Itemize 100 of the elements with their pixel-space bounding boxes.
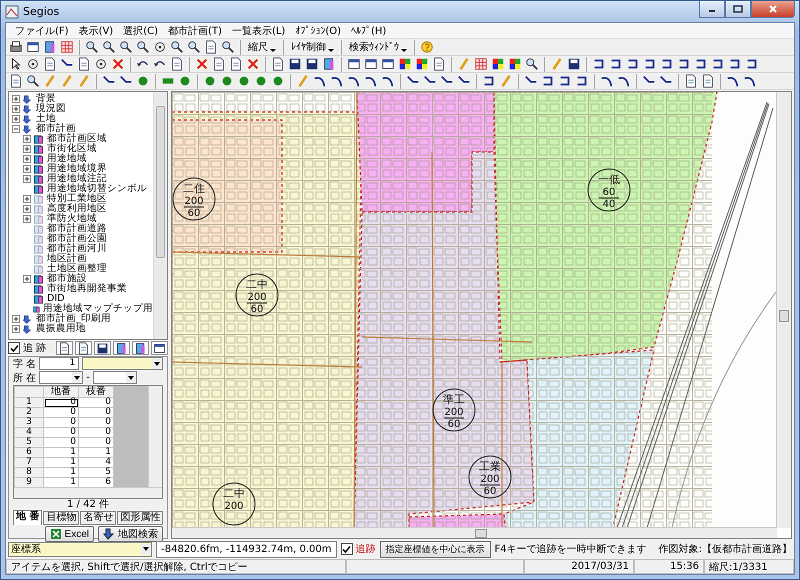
table-cell[interactable]: 0	[44, 418, 78, 428]
trace-checkbox[interactable]: 追 跡	[8, 341, 46, 355]
layer-item[interactable]: 用途地域注記	[47, 174, 107, 184]
magnifier-icon[interactable]	[221, 40, 235, 54]
curve-icon[interactable]	[381, 74, 395, 88]
maximize-button[interactable]	[725, 1, 751, 18]
expand-toggle[interactable]	[12, 95, 20, 103]
window-icon[interactable]	[364, 57, 378, 71]
table-cell[interactable]: 0	[44, 408, 78, 418]
document-icon[interactable]	[212, 57, 226, 71]
expand-toggle[interactable]	[23, 145, 31, 153]
color-grid-icon[interactable]	[415, 57, 429, 71]
document-icon[interactable]	[271, 57, 285, 71]
dot-icon[interactable]	[178, 74, 192, 88]
table-cell[interactable]: 1	[78, 448, 114, 458]
expand-toggle[interactable]	[23, 195, 31, 203]
layer-item[interactable]: 農振農用地	[36, 324, 86, 334]
bracket-line-icon[interactable]	[660, 57, 674, 71]
document-icon[interactable]	[77, 57, 91, 71]
menu-item[interactable]: 表示(V)	[74, 24, 118, 38]
book-icon[interactable]	[43, 40, 57, 54]
bracket-line-icon[interactable]	[694, 57, 708, 71]
document-icon[interactable]	[229, 57, 243, 71]
excel-button[interactable]: Excel	[44, 526, 94, 542]
layer-item[interactable]: 都市計画区域	[47, 134, 107, 144]
document-icon[interactable]	[43, 57, 57, 71]
table-cell[interactable]: 0	[78, 418, 114, 428]
dot-icon[interactable]	[237, 74, 251, 88]
layer-button[interactable]	[132, 341, 149, 355]
dropdown-button[interactable]: ﾚｲﾔ制御	[288, 40, 337, 54]
expand-toggle[interactable]	[12, 315, 20, 323]
target-icon[interactable]	[26, 57, 40, 71]
bracket-line-icon[interactable]	[541, 74, 555, 88]
color-grid-icon[interactable]	[398, 57, 412, 71]
table-cell[interactable]: 0	[78, 408, 114, 418]
layer-item[interactable]: 用途地域境界	[47, 164, 107, 174]
coordinate-system-dropdown[interactable]: 座標系	[8, 542, 152, 556]
layer-item[interactable]: 都市計画	[36, 124, 76, 134]
tab[interactable]: 目標物	[43, 511, 80, 525]
dot-icon[interactable]	[203, 74, 217, 88]
table-cell[interactable]: 4	[78, 458, 114, 468]
magnifier-icon[interactable]	[85, 40, 99, 54]
window-icon[interactable]	[347, 57, 361, 71]
table-cell[interactable]: 5	[78, 468, 114, 478]
menu-item[interactable]: ﾍﾙﾌﾟ(H)	[346, 24, 392, 36]
grid-icon[interactable]	[474, 57, 488, 71]
tab[interactable]: 図形属性	[117, 511, 164, 525]
table-cell[interactable]: 0	[78, 438, 114, 448]
table-cell[interactable]: 1	[44, 458, 78, 468]
menu-item[interactable]: 一覧表示(L)	[226, 24, 290, 38]
dot-icon[interactable]	[271, 74, 285, 88]
dropdown[interactable]	[92, 371, 137, 384]
map-search-button[interactable]: 地図検索	[98, 526, 163, 542]
dropdown-button[interactable]: 検索ｳｨﾝﾄﾞｳ	[346, 40, 410, 54]
magnifier-icon[interactable]	[136, 40, 150, 54]
open-folder-button[interactable]	[75, 341, 92, 355]
document-icon[interactable]	[432, 57, 446, 71]
printer-icon[interactable]	[9, 40, 23, 54]
vertical-scrollbar[interactable]	[148, 386, 162, 487]
expand-toggle[interactable]	[12, 325, 20, 333]
input-field[interactable]: 1	[39, 357, 80, 370]
save-button[interactable]	[94, 341, 111, 355]
collapse-toggle[interactable]	[12, 125, 20, 133]
layer-item[interactable]: 用途地域	[47, 154, 87, 164]
layer-item[interactable]: 準防火地域	[47, 214, 97, 224]
bracket-line-icon[interactable]	[592, 57, 606, 71]
delete-icon[interactable]	[195, 57, 209, 71]
window-icon[interactable]	[26, 40, 40, 54]
layer-item[interactable]: DID	[47, 294, 65, 304]
bracket-line-icon[interactable]	[626, 57, 640, 71]
new-document-button[interactable]	[56, 341, 73, 355]
layer-item[interactable]: 高度利用地区	[47, 204, 107, 214]
scrollbar[interactable]	[153, 92, 167, 339]
expand-toggle[interactable]	[23, 205, 31, 213]
expand-toggle[interactable]	[23, 275, 31, 283]
layer-item[interactable]: 特別工業地区	[47, 194, 107, 204]
pointer-icon[interactable]	[9, 57, 23, 71]
document-icon[interactable]	[701, 74, 715, 88]
menu-item[interactable]: ｵﾌﾟｼｮﾝ(O)	[290, 24, 346, 36]
menu-item[interactable]: 都市計画(T)	[163, 24, 227, 38]
curve-icon[interactable]	[617, 74, 631, 88]
magnifier-icon[interactable]	[525, 57, 539, 71]
color-grid-icon[interactable]	[491, 57, 505, 71]
bracket-line-icon[interactable]	[575, 74, 589, 88]
bracket-line-icon[interactable]	[711, 57, 725, 71]
layer-item[interactable]: 都市計画道路	[47, 224, 107, 234]
dot-icon[interactable]	[220, 74, 234, 88]
document-icon[interactable]	[204, 40, 218, 54]
curve-icon[interactable]	[600, 74, 614, 88]
document-icon[interactable]	[9, 74, 23, 88]
target-icon[interactable]	[153, 40, 167, 54]
layer-item[interactable]: 用途地域マップチップ用	[43, 304, 153, 314]
horizontal-scrollbar[interactable]	[14, 487, 162, 498]
vertical-scrollbar[interactable]	[776, 92, 791, 528]
layer-item[interactable]: 用途地域切替シンボル	[47, 184, 147, 194]
layer-item[interactable]: 背景	[36, 94, 56, 104]
expand-toggle[interactable]	[23, 135, 31, 143]
dot-icon[interactable]	[254, 74, 268, 88]
horizontal-scrollbar[interactable]	[172, 527, 777, 538]
curve-icon[interactable]	[313, 74, 327, 88]
